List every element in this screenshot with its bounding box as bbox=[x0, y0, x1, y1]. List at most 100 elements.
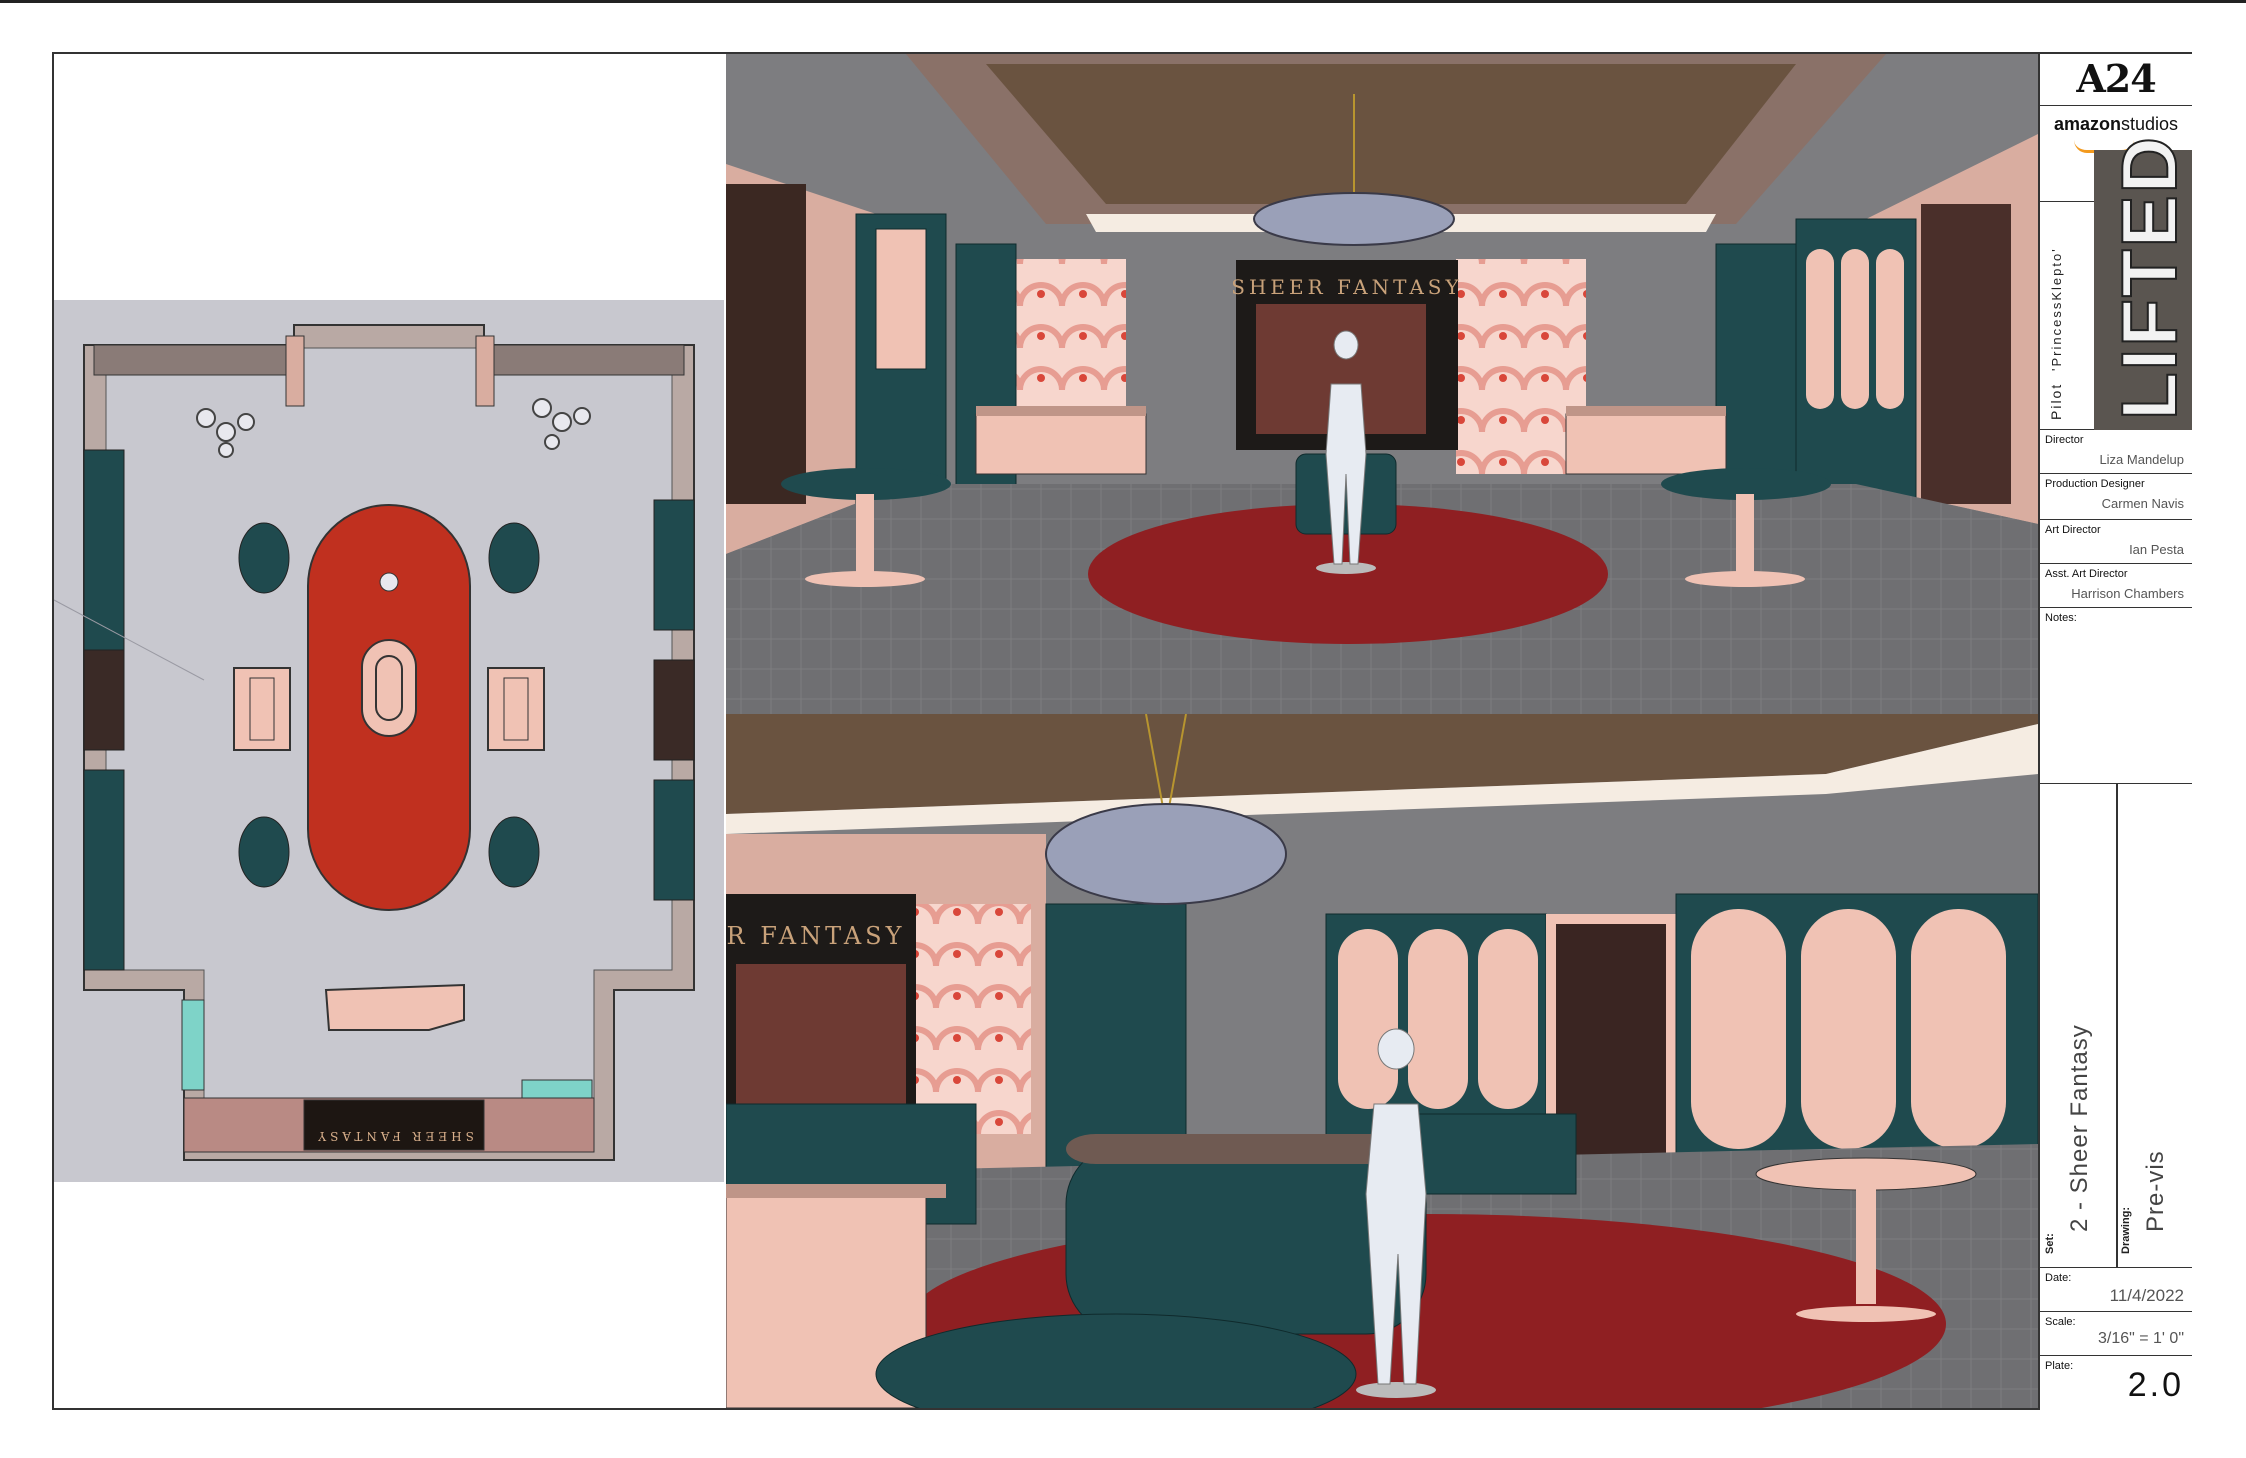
bottom-mannequin-base bbox=[1356, 1382, 1436, 1398]
scale-value: 3/16" = 1' 0" bbox=[2097, 1330, 2184, 1347]
notes-label: Notes: bbox=[2045, 612, 2077, 624]
plan-round-table-4 bbox=[488, 816, 540, 888]
top-mannequin-base bbox=[1316, 562, 1376, 574]
bottom-tile-wall bbox=[916, 904, 1031, 1134]
bottom-teal-column bbox=[1045, 903, 1187, 1175]
render-front-drawing: SHEER FANTASY bbox=[726, 54, 2038, 714]
bottom-arch-right-3 bbox=[1911, 909, 2006, 1149]
director-row: Director Liza Mandelup bbox=[2040, 430, 2192, 474]
plan-pillar-right bbox=[475, 335, 495, 407]
plan-center-platform bbox=[361, 639, 417, 737]
bottom-campaign-photo bbox=[736, 964, 906, 1104]
top-chandelier bbox=[1253, 192, 1455, 246]
plan-left-poster bbox=[83, 649, 125, 751]
plan-round-table-2 bbox=[488, 522, 540, 594]
plan-display-table-left bbox=[233, 667, 291, 751]
top-store-sign: SHEER FANTASY bbox=[1231, 275, 1462, 299]
director-label: Director bbox=[2045, 434, 2084, 446]
set-drawing-row: Set: 2 - Sheer Fantasy Drawing: Pre-vis bbox=[2040, 784, 2192, 1268]
a24-logo: A24 bbox=[2076, 56, 2156, 101]
render-view-angled: R FANTASY bbox=[726, 714, 2038, 1408]
bottom-arch-left-1 bbox=[1338, 929, 1398, 1109]
plan-round-table-1 bbox=[238, 522, 290, 594]
episode-label-text: Pilot bbox=[2048, 382, 2064, 420]
production-designer-value: Carmen Navis bbox=[2101, 496, 2184, 511]
plan-entrance-case-left bbox=[181, 999, 205, 1091]
set-label: Set: bbox=[2044, 1233, 2056, 1254]
plan-left-shelf-1 bbox=[83, 449, 125, 651]
floor-plan-drawing: SHEER FANTASY bbox=[54, 324, 695, 1161]
show-title-box: Pilot 'PrincessKlepto' LIFTED bbox=[2040, 134, 2194, 430]
top-round-table-left-leg bbox=[856, 494, 874, 574]
floor-plan-view: SHEER FANTASY bbox=[54, 300, 724, 1182]
top-round-table-right-leg bbox=[1736, 494, 1754, 574]
date-value: 11/4/2022 bbox=[2109, 1286, 2184, 1305]
plan-right-poster bbox=[653, 659, 695, 761]
top-round-table-left-base bbox=[805, 571, 925, 587]
plate-label: Plate: bbox=[2045, 1360, 2074, 1372]
top-ceiling-inner bbox=[986, 64, 1796, 204]
scale-row: Scale: 3/16" = 1' 0" bbox=[2040, 1312, 2192, 1356]
title-block: A24 amazonstudios Pilot 'PrincessKlepto'… bbox=[2038, 54, 2194, 1410]
amazon-logo-bold: amazon bbox=[2053, 114, 2121, 134]
set-value: 2 - Sheer Fantasy bbox=[2066, 1024, 2093, 1232]
plan-right-shelf-1 bbox=[653, 499, 695, 631]
amazon-studios-logo: amazonstudios bbox=[2040, 114, 2192, 135]
asst-art-director-value: Harrison Chambers bbox=[2071, 586, 2184, 601]
episode-label: Pilot 'PrincessKlepto' bbox=[2048, 247, 2064, 420]
bottom-chandelier bbox=[1045, 803, 1287, 905]
render-angled-drawing: R FANTASY bbox=[726, 714, 2038, 1408]
asst-art-director-row: Asst. Art Director Harrison Chambers bbox=[2040, 564, 2192, 608]
art-director-row: Art Director Ian Pesta bbox=[2040, 520, 2192, 564]
bottom-arch-right-2 bbox=[1801, 909, 1896, 1149]
plan-entry-mat-text: SHEER FANTASY bbox=[314, 1129, 474, 1143]
studio-logo-a24-box: A24 bbox=[2040, 54, 2192, 106]
director-value: Liza Mandelup bbox=[2099, 452, 2184, 467]
plate-value: 2.0 bbox=[2127, 1366, 2184, 1404]
render-view-front: SHEER FANTASY bbox=[726, 54, 2038, 714]
plan-front-wall-left bbox=[93, 344, 295, 376]
top-round-table-right-base bbox=[1685, 571, 1805, 587]
set-drawing-divider bbox=[2116, 784, 2118, 1268]
plan-front-wall-right bbox=[483, 344, 685, 376]
plan-display-table-right bbox=[487, 667, 545, 751]
art-director-label: Art Director bbox=[2045, 524, 2101, 536]
top-right-counter-top bbox=[1566, 406, 1726, 416]
plan-round-table-3 bbox=[238, 816, 290, 888]
sheet-top-rule bbox=[0, 0, 2246, 3]
date-row: Date: 11/4/2022 bbox=[2040, 1268, 2192, 1312]
top-right-cabinet bbox=[1715, 243, 1797, 485]
art-director-value: Ian Pesta bbox=[2129, 542, 2184, 557]
episode-title-text: 'PrincessKlepto' bbox=[2049, 247, 2064, 371]
plan-left-shelf-2 bbox=[83, 769, 125, 971]
bottom-arch-left-3 bbox=[1478, 929, 1538, 1109]
bottom-arch-right-1 bbox=[1691, 909, 1786, 1149]
production-designer-label: Production Designer bbox=[2045, 478, 2145, 490]
bottom-arch-left-2 bbox=[1408, 929, 1468, 1109]
bottom-round-table-leg bbox=[1856, 1184, 1876, 1304]
top-left-counter bbox=[975, 413, 1147, 475]
plan-right-shelf-2 bbox=[653, 779, 695, 901]
plan-pillar-left bbox=[285, 335, 305, 407]
bottom-store-sign: R FANTASY bbox=[727, 922, 906, 950]
top-right-arch-3 bbox=[1876, 249, 1904, 409]
bottom-round-table-base bbox=[1796, 1306, 1936, 1322]
amazon-logo-light: studios bbox=[2120, 114, 2179, 134]
notes-row: Notes: bbox=[2040, 608, 2192, 784]
date-label: Date: bbox=[2045, 1272, 2072, 1284]
plan-cash-counter bbox=[324, 983, 465, 1031]
top-right-poster bbox=[1921, 204, 2011, 504]
production-designer-row: Production Designer Carmen Navis bbox=[2040, 474, 2192, 520]
plan-rug-mannequin bbox=[379, 572, 399, 592]
scale-label: Scale: bbox=[2045, 1316, 2076, 1328]
top-right-arch-2 bbox=[1841, 249, 1869, 409]
drawing-label: Drawing: bbox=[2120, 1206, 2132, 1254]
show-title: LIFTED bbox=[2104, 134, 2194, 421]
top-left-counter-top bbox=[976, 406, 1146, 416]
top-right-arch-1 bbox=[1806, 249, 1834, 409]
plate-row: Plate: 2.0 bbox=[2040, 1356, 2192, 1406]
top-left-cabinet-window bbox=[875, 228, 927, 370]
top-right-counter bbox=[1565, 413, 1727, 475]
top-left-poster bbox=[726, 184, 806, 504]
bottom-counter-top bbox=[726, 1184, 946, 1198]
